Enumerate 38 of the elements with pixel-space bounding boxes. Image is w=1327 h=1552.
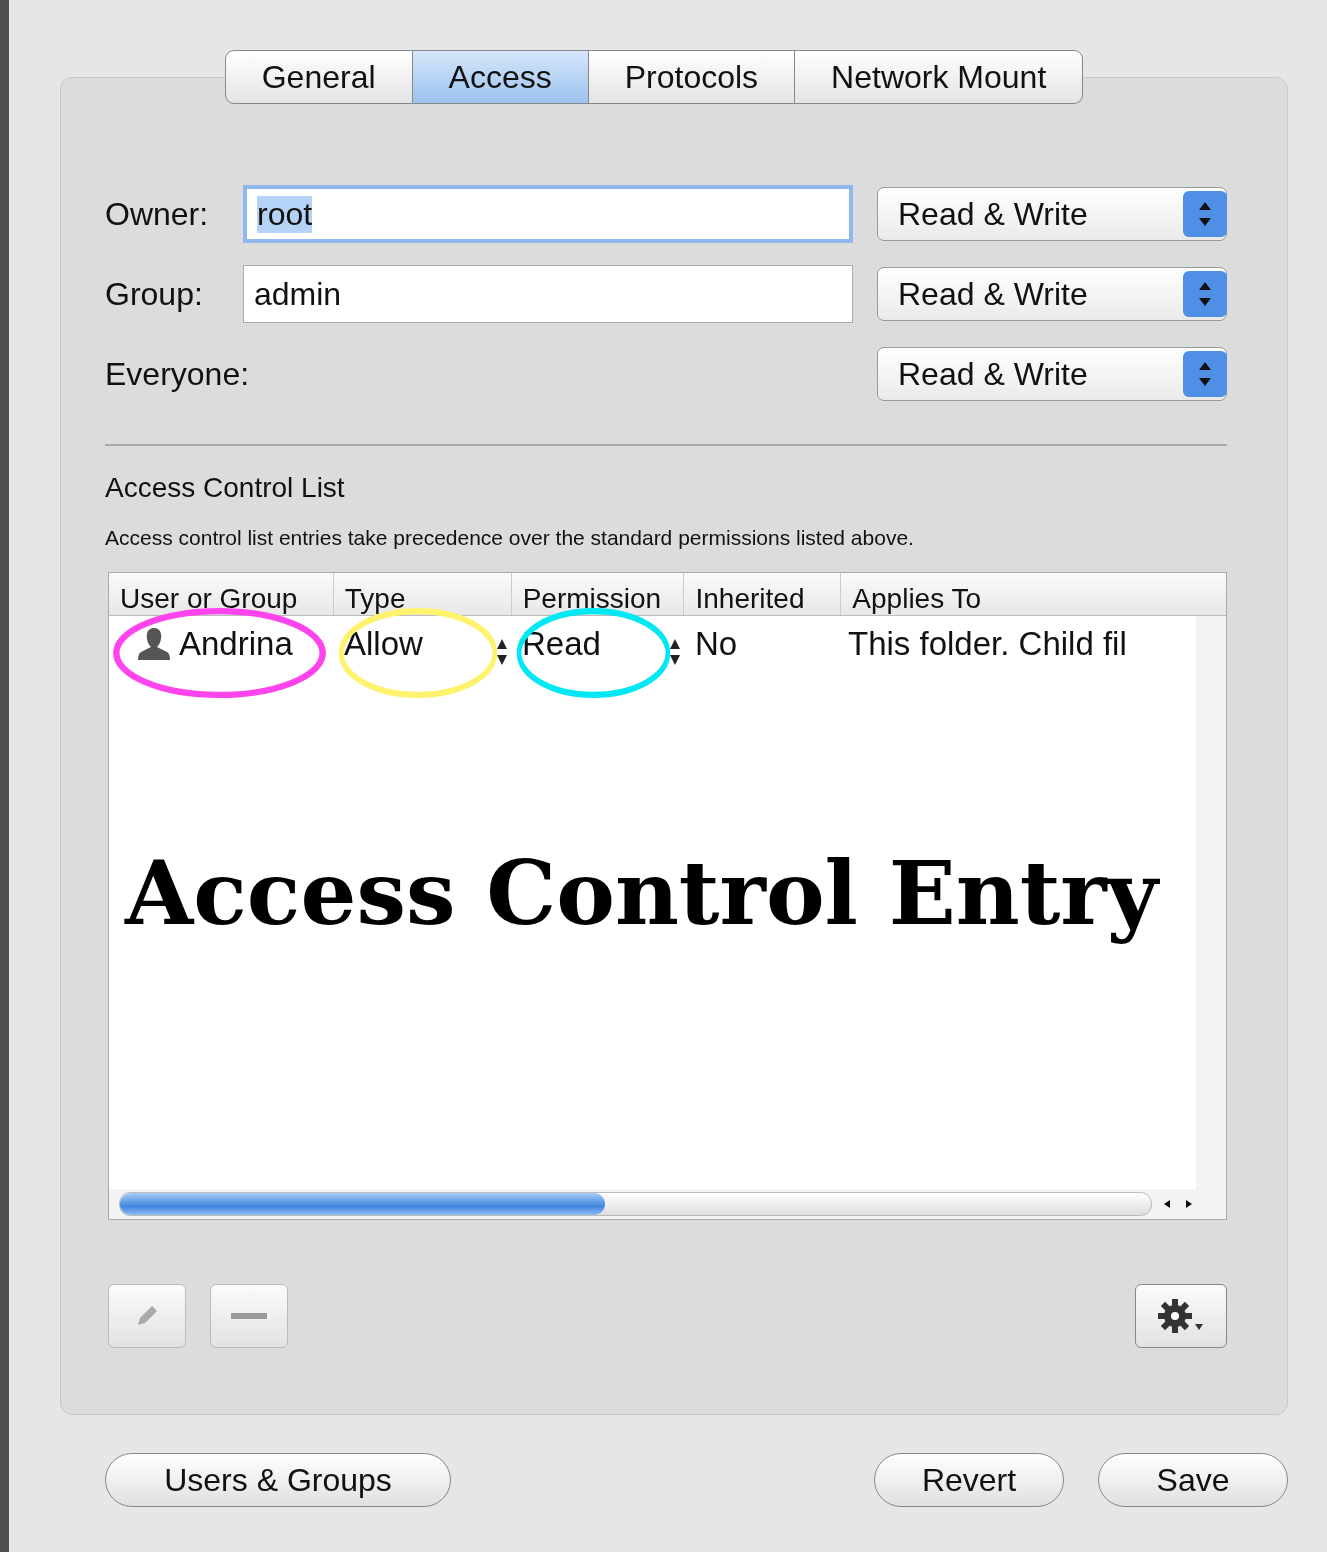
permission-label: Group: [105,275,204,313]
table-cell: Read [522,625,601,663]
permission-label: Owner: [105,195,210,233]
minus-icon [231,1311,267,1321]
edit-button[interactable] [108,1284,186,1348]
user-icon [137,626,171,662]
push-button[interactable]: Revert [874,1453,1064,1507]
table-cell: This folder. Child fil [848,625,1127,663]
stepper-icon [1183,191,1227,237]
column-header[interactable]: Inherited [695,583,805,615]
column-header[interactable]: Applies To [852,583,982,615]
tab[interactable]: Access [412,50,589,104]
input-field[interactable]: root [243,185,853,243]
push-button[interactable]: Users & Groups [105,1453,451,1507]
description-text: Access control list entries take precedence over the standard permissions listed above. [105,526,915,550]
access-popup[interactable]: Read & Write [877,267,1227,321]
remove-button[interactable] [210,1284,288,1348]
vertical-scrollbar[interactable] [1196,616,1226,1189]
column-header[interactable]: Type [344,583,406,615]
stepper-icon [1183,271,1227,317]
section-title: Access Control List [105,472,346,504]
tab[interactable]: Protocols [588,50,796,104]
stepper-icon [1183,351,1227,397]
settings-button[interactable] [1135,1284,1227,1348]
overlay-caption: Access Control Entry [125,841,1158,945]
access-popup[interactable]: Read & Write [877,347,1227,401]
access-popup[interactable]: Read & Write [877,187,1227,241]
scrollbar-thumb[interactable] [120,1193,605,1215]
table-cell: Andrina [179,625,293,663]
column-header[interactable]: Permission [522,583,662,615]
tab[interactable]: Network Mount [795,50,1084,104]
column-header[interactable]: User or Group [120,583,298,615]
push-button[interactable]: Save [1098,1453,1288,1507]
table-cell: Allow [344,625,423,663]
tab[interactable]: General [224,50,413,104]
input-field[interactable]: admin [243,265,853,323]
table-cell: No [695,625,738,663]
scrollbar-track[interactable] [119,1192,1152,1216]
